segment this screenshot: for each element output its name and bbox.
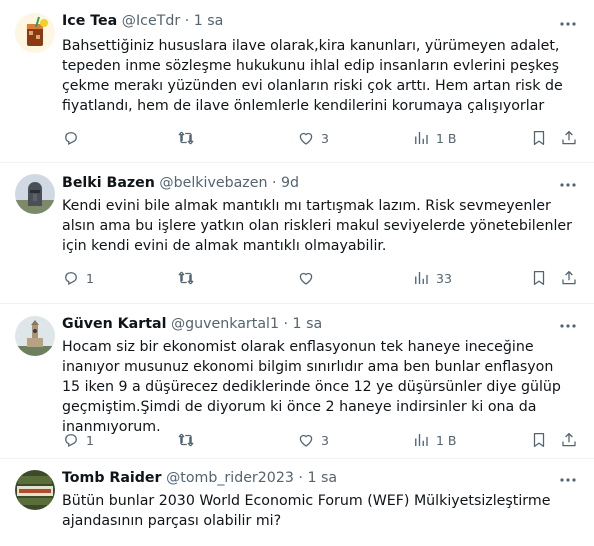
author-name[interactable]: Ice Tea — [62, 13, 117, 29]
retweet-button[interactable] — [177, 268, 201, 288]
retweet-icon — [178, 271, 194, 285]
tweet-actions: 3 1 B — [62, 128, 582, 148]
reply-button[interactable]: 1 — [62, 268, 94, 288]
avatar[interactable] — [15, 470, 55, 510]
views-button[interactable]: 1 B — [412, 430, 457, 450]
avatar-image-icon — [15, 174, 55, 214]
avatar-image-icon — [15, 316, 55, 356]
tweet-actions: 1 33 — [62, 268, 582, 288]
view-count: 1 B — [436, 432, 457, 448]
bookmark-icon — [533, 270, 545, 286]
avatar[interactable] — [15, 316, 55, 356]
tweet-tomb-raider[interactable]: Tomb Raider @tomb_rider2023 · 1 sa Bütün… — [0, 459, 594, 546]
views-button[interactable]: 33 — [412, 268, 452, 288]
view-count: 33 — [436, 270, 452, 286]
tweet-actions: 1 3 1 B — [62, 430, 582, 450]
tweet-text: Bütün bunlar 2030 World Economic Forum (… — [62, 493, 551, 529]
like-count: 3 — [321, 130, 329, 146]
more-icon[interactable] — [558, 175, 578, 195]
author-name[interactable]: Belki Bazen — [62, 175, 155, 191]
like-button[interactable]: 3 — [297, 430, 329, 450]
retweet-button[interactable] — [177, 430, 201, 450]
share-icon — [562, 432, 576, 447]
tweet-ice-tea[interactable]: Ice Tea @IceTdr · 1 sa Bahsettiğiniz hus… — [0, 0, 594, 163]
retweet-icon — [178, 433, 194, 447]
share-button[interactable] — [560, 268, 578, 288]
author-name[interactable]: Güven Kartal — [62, 316, 166, 332]
tweet-text: Bahsettiğiniz hususlara ilave olarak,kir… — [62, 38, 563, 114]
views-icon — [415, 272, 428, 284]
reply-button[interactable] — [62, 128, 86, 148]
reply-icon — [65, 434, 77, 448]
avatar-image-icon — [15, 13, 55, 53]
avatar[interactable] — [15, 174, 55, 214]
like-icon — [299, 434, 313, 447]
tweet-header: Belki Bazen @belkivebazen · 9d — [62, 173, 554, 193]
bookmark-icon — [533, 130, 545, 146]
author-handle[interactable]: @guvenkartal1 — [171, 316, 279, 332]
reply-feed: Ice Tea @IceTdr · 1 sa Bahsettiğiniz hus… — [0, 0, 594, 546]
share-icon — [562, 270, 576, 285]
tweet-text: Hocam siz bir ekonomist olarak enflasyon… — [62, 339, 561, 435]
separator-dot: · — [184, 13, 190, 29]
separator-dot: · — [298, 470, 303, 486]
author-name[interactable]: Tomb Raider — [62, 470, 162, 486]
separator-dot: · — [283, 316, 289, 332]
avatar[interactable] — [15, 13, 55, 53]
more-icon[interactable] — [558, 316, 578, 336]
tweet-text: Kendi evini bile almak mantıklı mı tartı… — [62, 198, 572, 254]
like-icon — [299, 132, 313, 145]
like-button[interactable] — [297, 268, 321, 288]
reply-count: 1 — [86, 432, 94, 448]
like-count: 3 — [321, 432, 329, 448]
reply-icon — [65, 132, 77, 146]
tweet-header: Ice Tea @IceTdr · 1 sa — [62, 11, 554, 31]
bookmark-button[interactable] — [530, 268, 548, 288]
avatar-image-icon — [15, 470, 55, 510]
reply-button[interactable]: 1 — [62, 430, 94, 450]
tweet-guven-kartal[interactable]: Güven Kartal @guvenkartal1 · 1 sa Hocam … — [0, 304, 594, 459]
tweet-belki-bazen[interactable]: Belki Bazen @belkivebazen · 9d Kendi evi… — [0, 163, 594, 304]
views-icon — [415, 434, 428, 446]
reply-count: 1 — [86, 270, 94, 286]
tweet-header: Tomb Raider @tomb_rider2023 · 1 sa — [62, 468, 554, 488]
author-handle[interactable]: @IceTdr — [122, 13, 180, 29]
bookmark-button[interactable] — [530, 128, 548, 148]
views-button[interactable]: 1 B — [412, 128, 457, 148]
author-handle[interactable]: @belkivebazen — [159, 175, 267, 191]
reply-icon — [65, 272, 77, 286]
more-icon[interactable] — [558, 470, 578, 490]
share-button[interactable] — [560, 430, 578, 450]
timestamp[interactable]: 1 sa — [194, 13, 224, 29]
like-button[interactable]: 3 — [297, 128, 329, 148]
tweet-header: Güven Kartal @guvenkartal1 · 1 sa — [62, 314, 554, 334]
retweet-icon — [178, 131, 194, 145]
timestamp[interactable]: 1 sa — [307, 470, 337, 486]
views-icon — [415, 132, 428, 144]
timestamp[interactable]: 1 sa — [293, 316, 323, 332]
share-button[interactable] — [560, 128, 578, 148]
bookmark-button[interactable] — [530, 430, 548, 450]
retweet-button[interactable] — [177, 128, 201, 148]
bookmark-icon — [533, 432, 545, 448]
view-count: 1 B — [436, 130, 457, 146]
more-icon[interactable] — [558, 14, 578, 34]
author-handle[interactable]: @tomb_rider2023 — [166, 470, 294, 486]
share-icon — [562, 130, 576, 145]
timestamp[interactable]: 9d — [281, 175, 299, 191]
like-icon — [299, 272, 313, 285]
separator-dot: · — [271, 175, 277, 191]
